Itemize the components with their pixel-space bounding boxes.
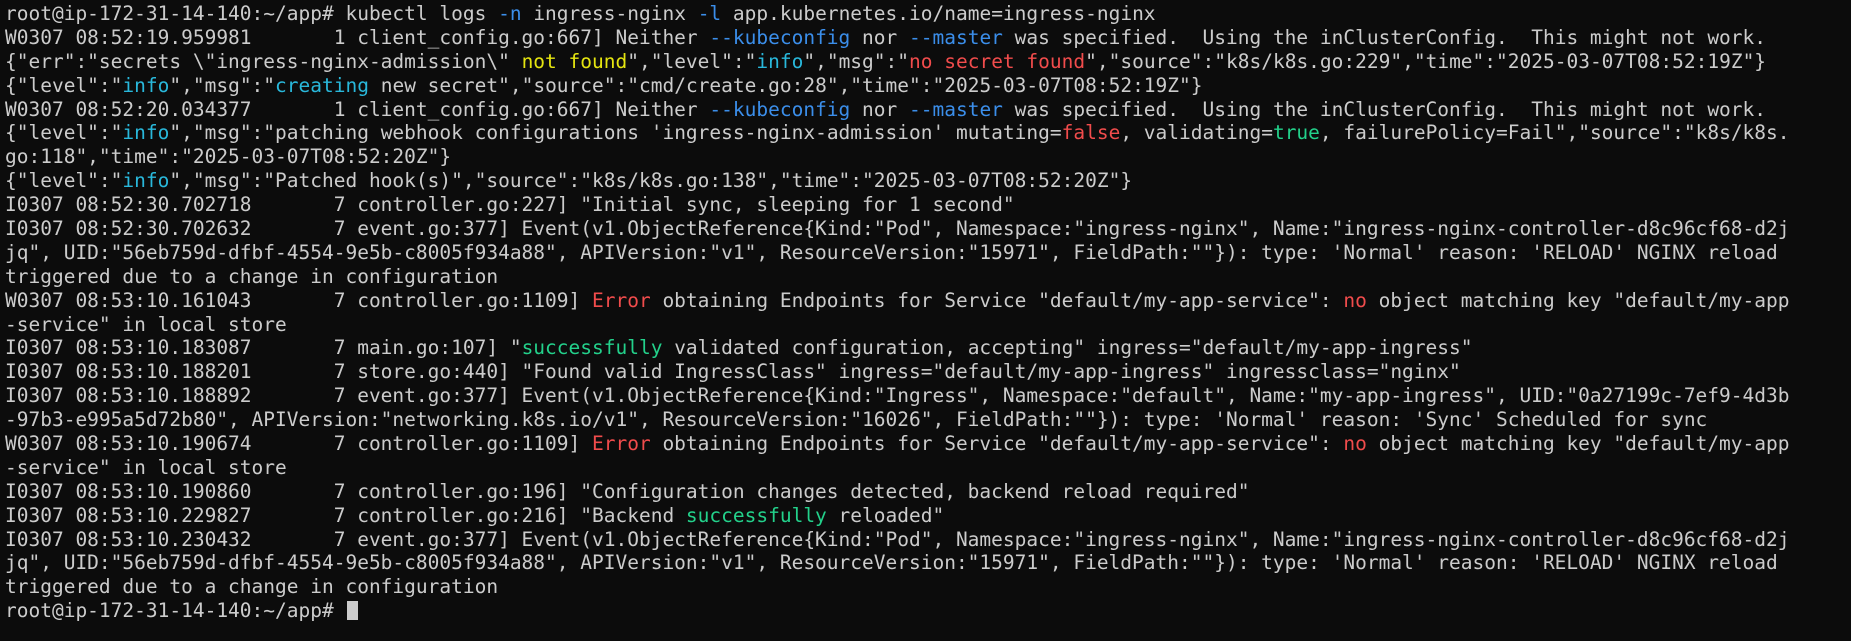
log-line: W0307 08:52:19.959981 1 client_config.go… (5, 26, 1851, 50)
text-segment: W0307 08:53:10.190674 7 controller.go:11… (5, 432, 592, 456)
text-segment: -l (697, 2, 722, 25)
text-segment: ingress-nginx (521, 2, 698, 25)
text-segment: info (122, 169, 170, 193)
log-line: W0307 08:52:20.034377 1 client_config.go… (5, 98, 1851, 122)
text-segment: new secret","source":"cmd/create.go:28",… (368, 73, 1203, 97)
log-line: I0307 08:52:30.702632 7 event.go:377] Ev… (5, 217, 1851, 241)
log-line: W0307 08:53:10.190674 7 controller.go:11… (5, 432, 1851, 456)
log-line: jq", UID:"56eb759d-dfbf-4554-9e5b-c8005f… (5, 241, 1851, 265)
log-line: {"level":"info","msg":"creating new secr… (5, 74, 1851, 98)
text-segment: {"level":" (5, 121, 123, 145)
log-line: triggered due to a change in configurati… (5, 265, 1851, 289)
log-line: I0307 08:53:10.190860 7 controller.go:19… (5, 480, 1851, 504)
text-segment: validated configuration, accepting" ingr… (662, 336, 1473, 360)
text-segment: W0307 08:53:10.161043 7 controller.go:11… (5, 288, 592, 312)
text-segment: , validating= (1120, 121, 1273, 145)
text-segment: successfully (685, 503, 827, 527)
prompt-line[interactable]: root@ip-172-31-14-140:~/app# (5, 599, 1851, 623)
text-segment: no (1343, 288, 1367, 312)
log-line: I0307 08:53:10.230432 7 event.go:377] Ev… (5, 528, 1851, 552)
log-line: -service" in local store (5, 313, 1851, 337)
text-segment: obtaining Endpoints for Service "default… (650, 288, 1344, 312)
text-segment: root@ip-172-31-14-140:~/app# kubectl log… (5, 2, 499, 25)
text-segment: {"level":" (5, 169, 123, 193)
text-segment: --kubeconfig (709, 25, 851, 49)
text-segment: jq", UID:"56eb759d-dfbf-4554-9e5b-c8005f… (5, 240, 1778, 264)
text-segment: ","msg":"patching webhook configurations… (169, 121, 1062, 145)
text-segment: Error (592, 432, 651, 456)
text-segment: info (122, 121, 170, 145)
text-segment: -service" in local store (5, 455, 287, 479)
log-line: jq", UID:"56eb759d-dfbf-4554-9e5b-c8005f… (5, 551, 1851, 575)
text-segment: successfully (521, 336, 663, 360)
text-segment: {"level":" (5, 73, 123, 97)
text-segment: W0307 08:52:20.034377 1 client_config.go… (5, 97, 710, 121)
text-segment: I0307 08:53:10.188201 7 store.go:440] "F… (5, 360, 1461, 384)
text-segment: info (122, 73, 170, 97)
text-segment: reloaded" (826, 503, 945, 527)
text-segment: I0307 08:53:10.190860 7 controller.go:19… (5, 479, 1250, 503)
log-line: I0307 08:53:10.188201 7 store.go:440] "F… (5, 360, 1851, 384)
text-segment: obtaining Endpoints for Service "default… (650, 432, 1344, 456)
text-segment: jq", UID:"56eb759d-dfbf-4554-9e5b-c8005f… (5, 551, 1778, 575)
terminal-window[interactable]: root@ip-172-31-14-140:~/app# kubectl log… (0, 0, 1851, 641)
text-segment: Error (592, 288, 651, 312)
text-segment: triggered due to a change in configurati… (5, 264, 499, 288)
text-segment: ","msg":" (803, 49, 910, 73)
text-segment: I0307 08:52:30.702632 7 event.go:377] Ev… (5, 217, 1790, 241)
log-line: W0307 08:53:10.161043 7 controller.go:11… (5, 289, 1851, 313)
text-segment: was specified. Using the inClusterConfig… (1002, 25, 1767, 49)
log-line: I0307 08:53:10.229827 7 controller.go:21… (5, 504, 1851, 528)
text-segment: app.kubernetes.io/name=ingress-nginx (721, 2, 1156, 25)
text-segment: I0307 08:53:10.183087 7 main.go:107] " (5, 336, 522, 360)
log-line: {"err":"secrets \"ingress-nginx-admissio… (5, 50, 1851, 74)
text-cursor[interactable] (347, 601, 359, 621)
text-segment: go:118","time":"2025-03-07T08:52:20Z"} (5, 145, 452, 169)
log-line: -97b3-e995a5d72b80", APIVersion:"network… (5, 408, 1851, 432)
text-segment: creating (275, 73, 369, 97)
text-segment: no (1343, 432, 1367, 456)
text-segment: triggered due to a change in configurati… (5, 575, 499, 599)
text-segment: object matching key "default/my-app (1366, 288, 1790, 312)
text-segment: nor (850, 97, 909, 121)
text-segment: --master (909, 97, 1003, 121)
text-segment: I0307 08:53:10.230432 7 event.go:377] Ev… (5, 527, 1790, 551)
log-output: root@ip-172-31-14-140:~/app# kubectl log… (5, 2, 1851, 599)
text-segment: info (756, 49, 804, 73)
log-line: {"level":"info","msg":"Patched hook(s)",… (5, 169, 1851, 193)
text-segment: I0307 08:53:10.229827 7 controller.go:21… (5, 503, 686, 527)
text-segment: ","source":"k8s/k8s.go:229","time":"2025… (1085, 49, 1767, 73)
log-line: go:118","time":"2025-03-07T08:52:20Z"} (5, 145, 1851, 169)
log-line: I0307 08:53:10.188892 7 event.go:377] Ev… (5, 384, 1851, 408)
log-line: {"level":"info","msg":"patching webhook … (5, 121, 1851, 145)
text-segment: {"err":"secrets \"ingress-nginx-admissio… (5, 49, 522, 73)
text-segment: true (1272, 121, 1320, 145)
text-segment: -n (498, 2, 522, 25)
text-segment: was specified. Using the inClusterConfig… (1002, 97, 1767, 121)
text-segment: --master (909, 25, 1003, 49)
text-segment: ","msg":"Patched hook(s)","source":"k8s/… (169, 169, 1133, 193)
text-segment: --kubeconfig (709, 97, 851, 121)
text-segment: ","level":" (627, 49, 757, 73)
text-segment: nor (850, 25, 909, 49)
log-line: -service" in local store (5, 456, 1851, 480)
text-segment: false (1061, 121, 1121, 145)
text-segment: I0307 08:52:30.702718 7 controller.go:22… (5, 193, 1015, 217)
log-line: triggered due to a change in configurati… (5, 575, 1851, 599)
text-segment: object matching key "default/my-app (1366, 432, 1790, 456)
text-segment: no secret found (909, 49, 1086, 73)
text-segment: -service" in local store (5, 312, 287, 336)
log-line: I0307 08:53:10.183087 7 main.go:107] "su… (5, 336, 1851, 360)
command-line: root@ip-172-31-14-140:~/app# kubectl log… (5, 2, 1851, 26)
text-segment: , failurePolicy=Fail","source":"k8s/k8s. (1319, 121, 1790, 145)
shell-prompt: root@ip-172-31-14-140:~/app# (5, 599, 346, 623)
log-line: I0307 08:52:30.702718 7 controller.go:22… (5, 193, 1851, 217)
text-segment: ","msg":" (169, 73, 276, 97)
text-segment: not found (521, 49, 628, 73)
text-segment: W0307 08:52:19.959981 1 client_config.go… (5, 25, 710, 49)
text-segment: -97b3-e995a5d72b80", APIVersion:"network… (5, 408, 1708, 432)
text-segment: I0307 08:53:10.188892 7 event.go:377] Ev… (5, 384, 1790, 408)
